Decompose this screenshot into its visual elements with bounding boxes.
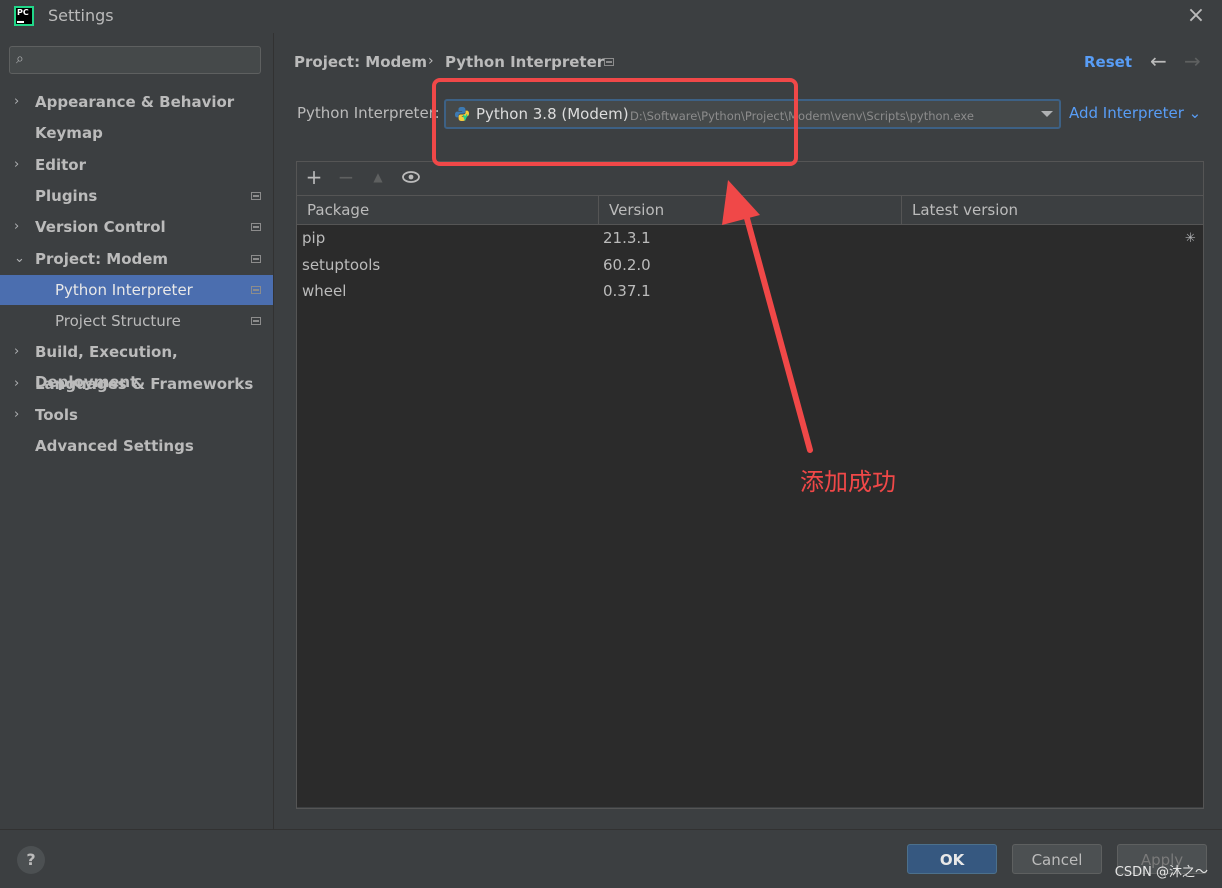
sidebar-item-project-modem[interactable]: ⌄ Project: Modem <box>0 244 273 274</box>
sidebar-item-label: Plugins <box>35 186 98 205</box>
sidebar-item-build-execution-deployment[interactable]: › Build, Execution, Deployment <box>0 337 273 391</box>
table-row[interactable]: setuptools 60.2.0 <box>297 252 1203 278</box>
package-name: pip <box>302 229 326 247</box>
column-package[interactable]: Package <box>297 196 599 224</box>
add-package-icon[interactable]: + <box>303 165 325 189</box>
add-interpreter-link[interactable]: Add Interpreter ⌄ <box>1069 104 1201 122</box>
remove-package-icon[interactable]: − <box>335 165 357 189</box>
chevron-right-icon[interactable]: › <box>14 337 28 367</box>
sidebar-item-plugins[interactable]: Plugins <box>0 181 273 211</box>
column-latest-version[interactable]: Latest version <box>902 196 1203 224</box>
csdn-watermark: CSDN @沐之～ <box>1114 865 1208 880</box>
reset-link[interactable]: Reset <box>1084 53 1132 71</box>
chevron-right-icon[interactable]: › <box>14 87 28 117</box>
sidebar-item-label: Version Control <box>35 218 166 237</box>
title-bar: PC Settings × <box>0 0 1222 33</box>
search-input[interactable] <box>36 50 260 72</box>
sidebar-item-label: Python Interpreter <box>55 280 193 299</box>
loading-spinner-icon: ✳ <box>1185 231 1196 246</box>
project-scope-icon <box>251 317 261 326</box>
sidebar-item-label: Appearance & Behavior <box>35 93 235 111</box>
packages-panel: + − ▲ Package Version Latest version pip… <box>296 161 1204 809</box>
annotation-text: 添加成功 <box>800 468 896 496</box>
project-scope-icon <box>251 223 261 232</box>
pycharm-logo-icon: PC <box>14 6 34 26</box>
logo-text: PC <box>17 8 29 17</box>
interpreter-label: Python Interpreter: <box>297 104 440 122</box>
chevron-right-icon[interactable]: › <box>14 150 28 180</box>
search-icon: ⌕ <box>16 51 24 67</box>
back-arrow-icon[interactable]: ← <box>1150 49 1167 73</box>
package-name: setuptools <box>302 255 381 274</box>
annotation-highlight-box <box>432 78 798 166</box>
project-scope-icon <box>251 254 261 263</box>
table-row[interactable]: pip 21.3.1 <box>297 225 1203 251</box>
project-scope-icon <box>251 285 261 294</box>
packages-toolbar: + − ▲ <box>297 162 1203 194</box>
upgrade-package-icon[interactable]: ▲ <box>367 165 389 189</box>
sidebar-item-advanced-settings[interactable]: Advanced Settings <box>0 431 273 461</box>
package-name: wheel <box>302 282 347 300</box>
sidebar-item-label: Languages & Frameworks <box>35 374 254 393</box>
packages-table-header: Package Version Latest version <box>297 195 1203 225</box>
sidebar-item-label: Tools <box>35 406 78 424</box>
package-version: 60.2.0 <box>603 255 651 274</box>
settings-sidebar: ⌕ › Appearance & Behavior Keymap › Editor Plu… <box>0 33 274 829</box>
chevron-right-icon[interactable]: › <box>14 212 28 242</box>
forward-arrow-icon[interactable]: → <box>1184 49 1201 73</box>
dialog-footer: ? OK Cancel Apply CSDN @沐之～ <box>0 829 1222 888</box>
sidebar-item-keymap[interactable]: Keymap <box>0 118 273 148</box>
help-button[interactable]: ? <box>17 846 45 874</box>
sidebar-item-label: Keymap <box>35 124 103 143</box>
breadcrumb-separator: › <box>428 53 434 69</box>
column-version[interactable]: Version <box>599 196 902 224</box>
cancel-button[interactable]: Cancel <box>1012 844 1102 874</box>
sidebar-item-label: Editor <box>35 155 86 174</box>
chevron-down-icon[interactable]: ⌄ <box>14 244 28 274</box>
sidebar-item-project-structure[interactable]: Project Structure <box>0 306 273 336</box>
project-scope-icon <box>251 191 261 200</box>
sidebar-item-label: Project Structure <box>55 312 181 331</box>
sidebar-item-python-interpreter[interactable]: Python Interpreter <box>0 274 273 305</box>
breadcrumb-parent[interactable]: Project: Modem <box>294 53 427 71</box>
chevron-right-icon[interactable]: › <box>14 369 28 399</box>
search-box[interactable]: ⌕ <box>9 46 261 74</box>
project-scope-icon <box>604 58 614 66</box>
chevron-right-icon[interactable]: › <box>14 400 28 430</box>
window-title: Settings <box>48 6 114 25</box>
show-early-releases-eye-icon[interactable] <box>400 165 422 189</box>
sidebar-item-editor[interactable]: › Editor <box>0 150 273 180</box>
close-icon[interactable]: × <box>1186 5 1206 27</box>
sidebar-item-appearance-behavior[interactable]: › Appearance & Behavior <box>0 87 273 117</box>
sidebar-item-label: Advanced Settings <box>35 437 194 456</box>
sidebar-item-tools[interactable]: › Tools <box>0 400 273 430</box>
sidebar-item-languages-frameworks[interactable]: › Languages & Frameworks <box>0 369 273 399</box>
breadcrumb-current: Python Interpreter <box>445 53 605 71</box>
package-version: 21.3.1 <box>603 229 651 247</box>
package-version: 0.37.1 <box>603 282 651 300</box>
packages-table: Package Version Latest version pip 21.3.1… <box>297 195 1203 807</box>
chevron-down-icon <box>1041 111 1053 117</box>
sidebar-item-label: Project: Modem <box>35 249 169 268</box>
table-row[interactable]: wheel 0.37.1 <box>297 278 1203 304</box>
ok-button[interactable]: OK <box>907 844 997 874</box>
sidebar-item-version-control[interactable]: › Version Control <box>0 212 273 242</box>
